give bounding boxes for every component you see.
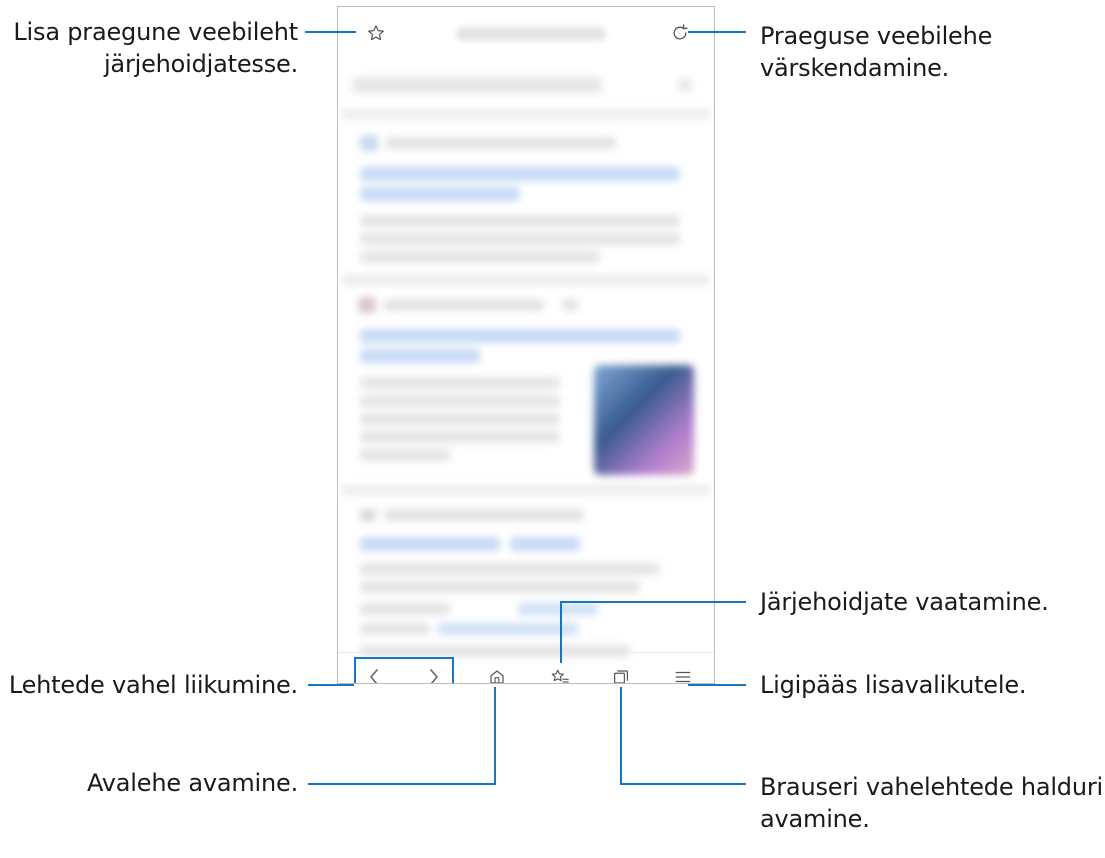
label-open-home: Avalehe avamine. [86,769,298,797]
bookmarks-button[interactable] [547,665,573,683]
label-add-bookmark: Lisa praegune veebileht järjehoidjatesse… [13,18,298,78]
menu-icon [674,669,692,683]
bookmarks-list-icon [550,668,570,683]
chevron-left-icon [368,668,380,683]
menu-button[interactable] [671,665,695,683]
browser-screen [337,6,715,684]
forward-button[interactable] [422,664,446,683]
home-icon [488,668,506,683]
callout-line-navigate [308,684,354,686]
label-tab-manager: Brauseri vahelehtede halduri avamine. [760,773,1103,833]
callout-line-view-bookmarks-h [560,601,746,603]
callout-line-tabs-v [620,687,622,785]
home-button[interactable] [485,665,509,683]
webpage-content [338,47,714,657]
callout-line-refresh [688,31,746,33]
callout-line-view-bookmarks-v [560,601,562,663]
label-more-options: Ligipääs lisavalikutele. [760,671,1027,699]
back-button[interactable] [362,664,386,683]
label-refresh: Praeguse veebilehe värskendamine. [760,22,993,82]
tabs-button[interactable] [609,665,633,683]
callout-line-tabs-h [620,783,746,785]
chevron-right-icon [428,668,440,683]
bookmark-star-icon[interactable] [364,21,388,45]
url-bar[interactable] [456,27,606,41]
bottom-bar-divider [338,652,714,653]
label-navigate-pages: Lehtede vahel liikumine. [8,671,298,699]
callout-line-home-v [494,687,496,785]
tabs-icon [612,668,630,683]
callout-line-bookmark [305,31,356,33]
callout-line-more-options [688,684,746,686]
label-view-bookmarks: Järjehoidjate vaatamine. [760,588,1049,616]
refresh-icon[interactable] [668,21,692,45]
callout-line-home-h [308,783,496,785]
